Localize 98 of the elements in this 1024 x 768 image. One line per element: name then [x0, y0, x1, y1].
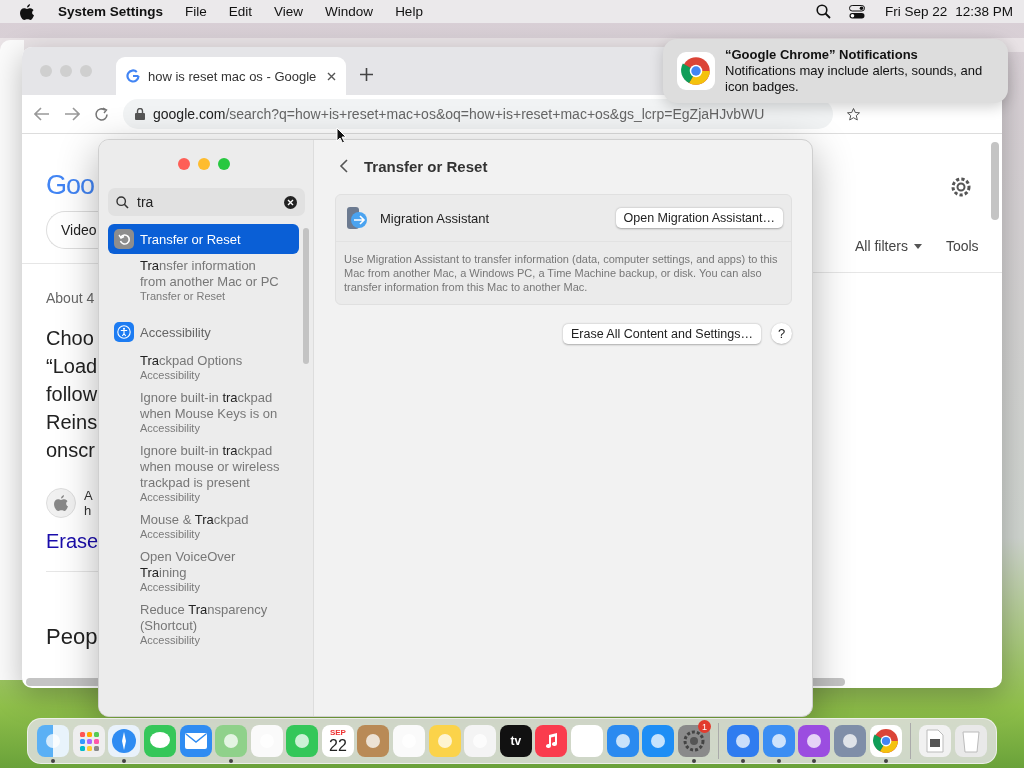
scrollbar[interactable] — [303, 228, 309, 364]
help-button[interactable]: ? — [771, 323, 792, 344]
toggles-icon[interactable] — [848, 4, 865, 19]
tv-icon[interactable]: tv — [499, 725, 532, 757]
card-description: Use Migration Assistant to transfer information (data, computer settings, and apps) to this Mac from another Mac, a Windows PC, a Time Machine backup, or disk. You can also transfer information from this Mac to another Mac. — [343, 252, 779, 295]
card-title: Migration Assistant — [380, 210, 491, 226]
menu-item[interactable]: File — [185, 4, 207, 19]
compass-icon[interactable] — [108, 725, 141, 757]
chrome-logo-drawing — [872, 728, 899, 754]
tv-label: tv — [510, 734, 522, 748]
result-location: Accessibility — [140, 528, 201, 541]
grid-icon[interactable] — [72, 725, 105, 757]
reload-icon[interactable] — [94, 106, 109, 122]
calendar-month: SEP — [329, 728, 346, 737]
cursor-icon — [336, 127, 347, 144]
result-location: Accessibility — [140, 491, 201, 504]
back-arrow-icon[interactable] — [34, 107, 50, 121]
search-result[interactable]: Reduce Transparency (Shortcut) Accessibility — [108, 598, 299, 651]
sidebar-item[interactable]: Transfer or Reset — [108, 224, 299, 254]
result-location: Accessibility — [140, 422, 201, 435]
back-chevron-icon[interactable] — [339, 159, 348, 173]
tools-button[interactable]: Tools — [945, 238, 979, 254]
result-title: Ignore built-in trackpad when Mouse Keys is on — [140, 390, 279, 422]
source-name: A — [84, 488, 93, 503]
search-result[interactable]: Mouse & Trackpad Accessibility — [108, 508, 299, 545]
accessibility-icon — [114, 322, 134, 342]
result-title: Trackpad Options — [140, 353, 244, 369]
menu-item[interactable]: View — [274, 4, 304, 19]
menu-item[interactable]: Edit — [228, 4, 253, 19]
scrollbar[interactable] — [26, 678, 98, 686]
open-migration-button[interactable]: Open Migration Assistant… — [615, 208, 783, 228]
search-result[interactable]: Open VoiceOver Training Accessibility — [108, 545, 299, 598]
erase-button[interactable]: Erase All Content and Settings… — [562, 323, 761, 344]
minimize-button[interactable] — [198, 158, 210, 170]
notification-title: “Google Chrome” Notifications — [725, 47, 919, 63]
result-title: Reduce Transparency (Shortcut) — [140, 602, 269, 634]
music-note-icon[interactable] — [535, 725, 568, 757]
speech-bubble-icon[interactable] — [144, 725, 176, 757]
pane-title: Transfer or Reset — [364, 157, 488, 175]
sidebar-item[interactable]: Accessibility — [108, 317, 299, 347]
scrollbar[interactable] — [813, 678, 845, 686]
close-icon[interactable] — [327, 71, 336, 81]
calendar-icon[interactable]: SEP 22 — [321, 725, 354, 757]
result-location: Accessibility — [140, 369, 201, 382]
google-g-icon — [126, 69, 140, 83]
search-result[interactable]: Ignore built-in trackpad when Mouse Keys is on Accessibility — [108, 386, 299, 439]
snippet-line: follow — [46, 382, 98, 407]
tab-title: how is reset mac os - Google — [148, 68, 318, 84]
all-filters-button[interactable]: All filters — [855, 238, 922, 254]
new-tab-icon[interactable] — [360, 68, 373, 81]
lock-icon — [135, 108, 145, 120]
result-location: Accessibility — [140, 581, 201, 594]
search-result[interactable]: Transfer information from another Mac or PC Transfer or Reset — [108, 254, 299, 307]
snippet-line: onscr — [46, 438, 96, 463]
google-logo: Goo — [46, 170, 95, 201]
section-heading: Peop — [46, 624, 98, 650]
snippet-line: Reins — [46, 410, 98, 435]
notification-banner[interactable]: “Google Chrome” Notifications Notifications may include alerts, sounds, and icon badges. — [663, 39, 1008, 103]
search-result[interactable]: Ignore built-in trackpad when mouse or wireless trackpad is present Accessibility — [108, 439, 299, 508]
envelope-icon[interactable] — [179, 725, 212, 757]
settings-icon[interactable] — [950, 176, 972, 198]
zoom-button[interactable] — [218, 158, 230, 170]
source-url: h — [84, 503, 93, 518]
result-stats: About 4 — [46, 290, 96, 306]
site-avatar — [46, 488, 76, 518]
forward-arrow-icon[interactable] — [64, 107, 80, 121]
result-link[interactable]: Erase — [46, 530, 98, 553]
address-bar[interactable]: google.com/search?q=how+is+reset+mac+os&oq=how+is+reset+mac+os&gs_lcrp=EgZjaHJvbWU — [123, 99, 833, 129]
result-title: Open VoiceOver Training — [140, 549, 237, 581]
snippet-line: Choo — [46, 326, 95, 351]
search-icon[interactable] — [815, 4, 831, 19]
clear-icon[interactable] — [284, 195, 297, 209]
result-title: Transfer information from another Mac or PC — [140, 258, 280, 290]
menu-date[interactable]: Fri Sep 22 — [884, 4, 948, 19]
caret-icon — [913, 243, 922, 249]
result-title: Mouse & Trackpad — [140, 512, 250, 528]
calendar-day: 22 — [329, 736, 347, 754]
result-location: Accessibility — [140, 634, 201, 647]
star-icon[interactable] — [847, 107, 860, 121]
close-button[interactable] — [178, 158, 190, 170]
notification-body: Notifications may include alerts, sounds, and icon badges. — [725, 63, 984, 95]
snippet-line: “Load — [46, 354, 98, 379]
chrome-logo-icon[interactable] — [869, 725, 902, 757]
url-text: google.com/search?q=how+is+reset+mac+os&oq=how+is+reset+mac+os&gs_lcrp=EgZjaHJvbWU — [153, 106, 765, 122]
result-title: Ignore built-in trackpad when mouse or wireless trackpad is present — [140, 443, 281, 491]
menu-item[interactable]: Help — [395, 4, 423, 19]
search-result[interactable]: Trackpad Options Accessibility — [108, 349, 299, 386]
search-icon — [116, 195, 129, 209]
menu-clock[interactable]: 12:38 PM — [955, 4, 1013, 19]
settings-icon[interactable] — [677, 725, 710, 757]
scrollbar[interactable] — [991, 142, 999, 220]
app-menu[interactable]: System Settings — [58, 4, 164, 19]
document-icon[interactable] — [919, 725, 952, 757]
result-location: Transfer or Reset — [140, 290, 227, 303]
search-field[interactable]: tra — [108, 188, 305, 216]
browser-tab[interactable]: how is reset mac os - Google — [116, 57, 346, 95]
menu-item[interactable]: Window — [325, 4, 374, 19]
apple-logo-icon[interactable] — [20, 3, 34, 20]
